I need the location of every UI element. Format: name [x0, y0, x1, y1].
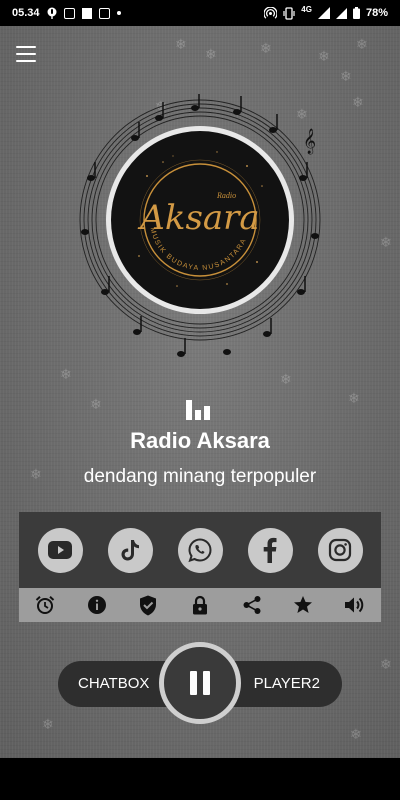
- info-button[interactable]: [84, 592, 110, 618]
- star-icon: [294, 596, 313, 613]
- svg-text:𝄞: 𝄞: [303, 128, 316, 154]
- youtube-button[interactable]: [37, 527, 83, 573]
- whatsapp-icon: [188, 538, 212, 563]
- tiktok-button[interactable]: [107, 527, 153, 573]
- privacy-button[interactable]: [135, 592, 161, 618]
- instagram-button[interactable]: [317, 527, 363, 573]
- info-icon: [87, 596, 106, 614]
- pause-button[interactable]: [159, 642, 241, 724]
- station-tagline: dendang minang terpopuler: [83, 466, 317, 487]
- more-notifications-icon: [116, 11, 121, 15]
- favorite-button[interactable]: [290, 592, 316, 618]
- hotspot-icon: [264, 6, 278, 19]
- battery-icon: [352, 7, 360, 19]
- snowflake-icon: ❄: [318, 48, 330, 64]
- whatsapp-button[interactable]: [177, 527, 223, 573]
- menu-button[interactable]: [14, 44, 38, 64]
- notification-square-icon: [98, 7, 110, 19]
- snowflake-icon: ❄: [380, 234, 392, 250]
- alarm-icon: [35, 596, 55, 614]
- pause-icon: [190, 671, 197, 695]
- snowflake-icon: ❄: [350, 726, 362, 742]
- pause-icon: [203, 671, 210, 695]
- snowflake-icon: ❄: [380, 656, 392, 672]
- notification-image-icon: [81, 7, 92, 19]
- snowflake-icon: ❄: [280, 371, 292, 387]
- vibrate-icon: [283, 6, 295, 20]
- snowflake-icon: ❄: [356, 36, 368, 52]
- snowflake-icon: ❄: [205, 46, 217, 62]
- system-navigation-area: [0, 758, 400, 800]
- station-name: Radio Aksara: [130, 428, 270, 453]
- share-button[interactable]: [239, 592, 265, 618]
- status-time: 05.34: [12, 7, 40, 19]
- network-type-label: 4G: [301, 4, 312, 14]
- snowflake-icon: ❄: [348, 390, 360, 406]
- notification-app-icon: [63, 7, 75, 19]
- lock-button[interactable]: [187, 592, 213, 618]
- share-icon: [243, 596, 261, 614]
- player2-button[interactable]: PLAYER2: [254, 661, 320, 707]
- menu-icon-line: [16, 53, 36, 55]
- lock-icon: [192, 595, 207, 615]
- signal-icon: [317, 7, 330, 19]
- battery-level: 78%: [365, 7, 388, 19]
- menu-icon-line: [16, 46, 36, 48]
- facebook-button[interactable]: [247, 527, 293, 573]
- volume-button[interactable]: [342, 592, 368, 618]
- snowflake-icon: ❄: [340, 68, 352, 84]
- menu-icon-line: [16, 60, 36, 62]
- snowflake-icon: ❄: [260, 40, 272, 56]
- logo-brand-text: Aksara: [137, 198, 259, 238]
- snowflake-icon: ❄: [42, 716, 54, 732]
- shield-check-icon: [140, 595, 157, 615]
- snowflake-icon: ❄: [90, 396, 102, 412]
- app-screen: ❄ ❄ ❄ ❄ ❄ ❄ ❄ ❄ ❄ ❄ ❄ ❄ ❄ ❄ ❄ ❄ ❄ ❄ 𝄞 MU…: [0, 26, 400, 758]
- signal-2-icon: [335, 7, 347, 19]
- alarm-button[interactable]: [32, 592, 58, 618]
- tiktok-icon: [121, 540, 139, 561]
- snowflake-icon: ❄: [60, 366, 72, 382]
- instagram-icon: [328, 538, 352, 562]
- equalizer-icon: [186, 400, 214, 420]
- social-bar: [19, 512, 381, 588]
- facebook-icon: [263, 537, 277, 563]
- youtube-icon: [48, 541, 72, 559]
- snowflake-icon: ❄: [175, 36, 187, 52]
- volume-icon: [345, 597, 364, 613]
- status-bar: 05.34 4G 78%: [0, 0, 400, 26]
- chatbox-button[interactable]: CHATBOX: [78, 661, 149, 707]
- snowflake-icon: ❄: [352, 94, 364, 110]
- station-logo: 𝄞 MUSIK BUDAYA NUSANTARA Radio Aksara: [77, 86, 323, 366]
- microphone-icon: [47, 7, 57, 19]
- tool-bar: [19, 588, 381, 622]
